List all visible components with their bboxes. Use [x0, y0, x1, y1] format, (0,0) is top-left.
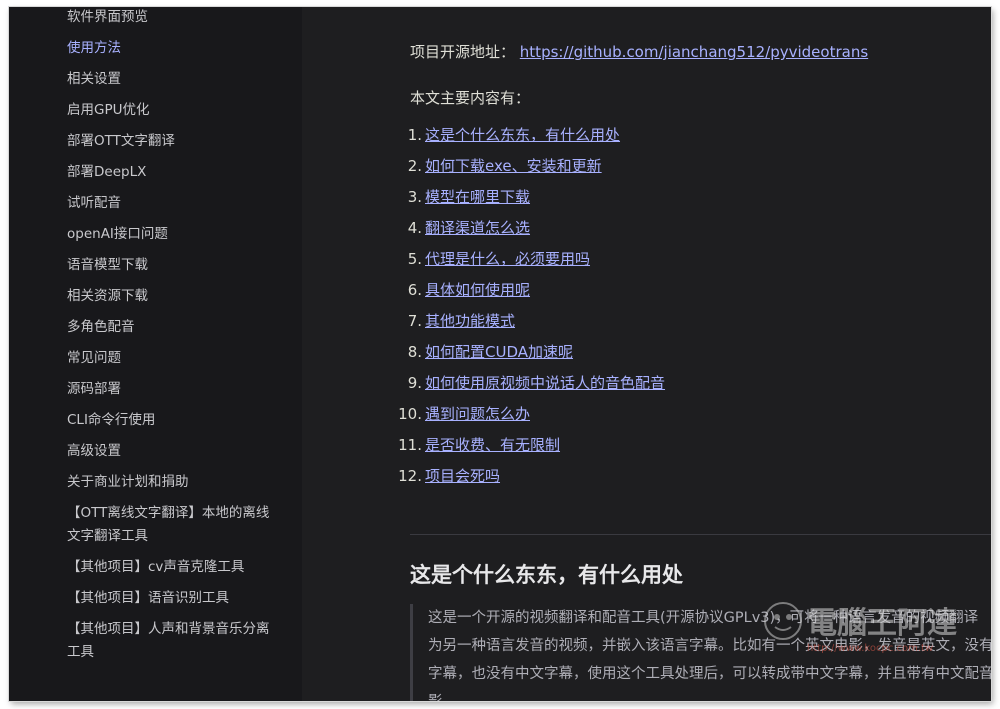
toc-number: 6.	[407, 281, 422, 299]
sidebar-item-settings[interactable]: 相关设置	[67, 68, 272, 91]
sidebar-item-speech-recognition[interactable]: 【其他项目】语音识别工具	[67, 587, 272, 610]
paragraph-line: 这是一个开源的视频翻译和配音工具(开源协议GPLv3)，可将一种语言发音的视频翻…	[428, 610, 979, 626]
section-divider	[410, 534, 991, 535]
toc-link[interactable]: 代理是什么，必须要用吗	[425, 250, 590, 268]
toc-number: 10.	[398, 405, 422, 423]
toc-item: 6. 具体如何使用呢	[397, 279, 530, 300]
toc-number: 8.	[407, 343, 422, 361]
toc-link[interactable]: 其他功能模式	[425, 312, 515, 330]
main-content: 项目开源地址： https://github.com/jianchang512/…	[302, 7, 991, 701]
toc-item: 4. 翻译渠道怎么选	[397, 217, 530, 238]
toc-item: 9. 如何使用原视频中说话人的音色配音	[397, 372, 665, 393]
toc-link[interactable]: 项目会死吗	[425, 467, 500, 485]
sidebar-item-faq[interactable]: 常见问题	[67, 347, 272, 370]
paragraph-line: 为另一种语言发音的视频，并嵌入该语言字幕。比如有一个英文电影，发音是英文，没有英…	[428, 638, 991, 654]
sidebar-item-gpu[interactable]: 启用GPU优化	[67, 99, 272, 122]
blockquote: 这是一个开源的视频翻译和配音工具(开源协议GPLv3)，可将一种语言发音的视频翻…	[410, 604, 991, 701]
toc-number: 9.	[407, 374, 422, 392]
toc-number: 4.	[407, 219, 422, 237]
toc-item: 8. 如何配置CUDA加速呢	[397, 341, 573, 362]
toc-item: 2. 如何下载exe、安装和更新	[397, 155, 602, 176]
sidebar-item-ui-preview[interactable]: 软件界面预览	[67, 7, 272, 29]
toc-link[interactable]: 这是个什么东东，有什么用处	[425, 126, 620, 144]
toc-item: 3. 模型在哪里下载	[397, 186, 530, 207]
toc-item: 11. 是否收费、有无限制	[397, 434, 560, 455]
sidebar-item-voice-clone[interactable]: 【其他项目】cv声音克隆工具	[67, 556, 272, 579]
sidebar-item-deeplx[interactable]: 部署DeepLX	[67, 161, 272, 184]
sidebar-item-multi-role[interactable]: 多角色配音	[67, 316, 272, 339]
sidebar-item-source-deploy[interactable]: 源码部署	[67, 378, 272, 401]
sidebar-item-business[interactable]: 关于商业计划和捐助	[67, 471, 272, 494]
repo-link[interactable]: https://github.com/jianchang512/pyvideot…	[520, 43, 868, 61]
repo-label: 项目开源地址：	[410, 43, 516, 61]
toc-number: 11.	[398, 436, 422, 454]
toc-number: 5.	[407, 250, 422, 268]
toc-item: 5. 代理是什么，必须要用吗	[397, 248, 590, 269]
screenshot-frame: 软件界面预览 使用方法 相关设置 启用GPU优化 部署OTT文字翻译 部署Dee…	[9, 7, 991, 701]
toc-number: 1.	[407, 126, 422, 144]
toc-number: 12.	[398, 467, 422, 485]
toc-item: 10. 遇到问题怎么办	[397, 403, 530, 424]
toc-item: 1. 这是个什么东东，有什么用处	[397, 124, 620, 145]
toc-number: 3.	[407, 188, 422, 206]
toc-link[interactable]: 是否收费、有无限制	[425, 436, 560, 454]
toc-link[interactable]: 如何使用原视频中说话人的音色配音	[425, 374, 665, 392]
intro-text: 本文主要内容有：	[410, 89, 531, 107]
sidebar-item-resources[interactable]: 相关资源下载	[67, 285, 272, 308]
toc-item: 7. 其他功能模式	[397, 310, 515, 331]
toc-number: 7.	[407, 312, 422, 330]
toc-item: 12. 项目会死吗	[397, 465, 500, 486]
toc-link[interactable]: 如何下载exe、安装和更新	[425, 157, 602, 175]
toc-number: 2.	[407, 157, 422, 175]
section-heading: 这是个什么东东，有什么用处	[410, 563, 683, 587]
toc-link[interactable]: 具体如何使用呢	[425, 281, 530, 299]
paragraph-line: 字幕，也没有中文字幕，使用这个工具处理后，可以转成带中文字幕，并且带有中文配音的…	[428, 666, 991, 682]
sidebar-item-advanced[interactable]: 高级设置	[67, 440, 272, 463]
toc-link[interactable]: 模型在哪里下载	[425, 188, 530, 206]
sidebar-item-openai[interactable]: openAI接口问题	[67, 223, 272, 246]
sidebar-item-cli[interactable]: CLI命令行使用	[67, 409, 272, 432]
toc-link[interactable]: 如何配置CUDA加速呢	[425, 343, 573, 361]
toc-link[interactable]: 遇到问题怎么办	[425, 405, 530, 423]
sidebar-item-usage[interactable]: 使用方法	[67, 37, 272, 60]
sidebar-item-dubbing-preview[interactable]: 试听配音	[67, 192, 272, 215]
sidebar-item-ott-offline[interactable]: 【OTT离线文字翻译】本地的离线文字翻译工具	[67, 502, 272, 548]
sidebar: 软件界面预览 使用方法 相关设置 启用GPU优化 部署OTT文字翻译 部署Dee…	[9, 7, 302, 701]
toc-link[interactable]: 翻译渠道怎么选	[425, 219, 530, 237]
sidebar-item-ott[interactable]: 部署OTT文字翻译	[67, 130, 272, 153]
sidebar-item-vocal-separation[interactable]: 【其他项目】人声和背景音乐分离工具	[67, 618, 272, 664]
repo-line: 项目开源地址： https://github.com/jianchang512/…	[410, 41, 868, 62]
paragraph-line: 影。	[428, 688, 991, 701]
sidebar-item-voice-models[interactable]: 语音模型下载	[67, 254, 272, 277]
